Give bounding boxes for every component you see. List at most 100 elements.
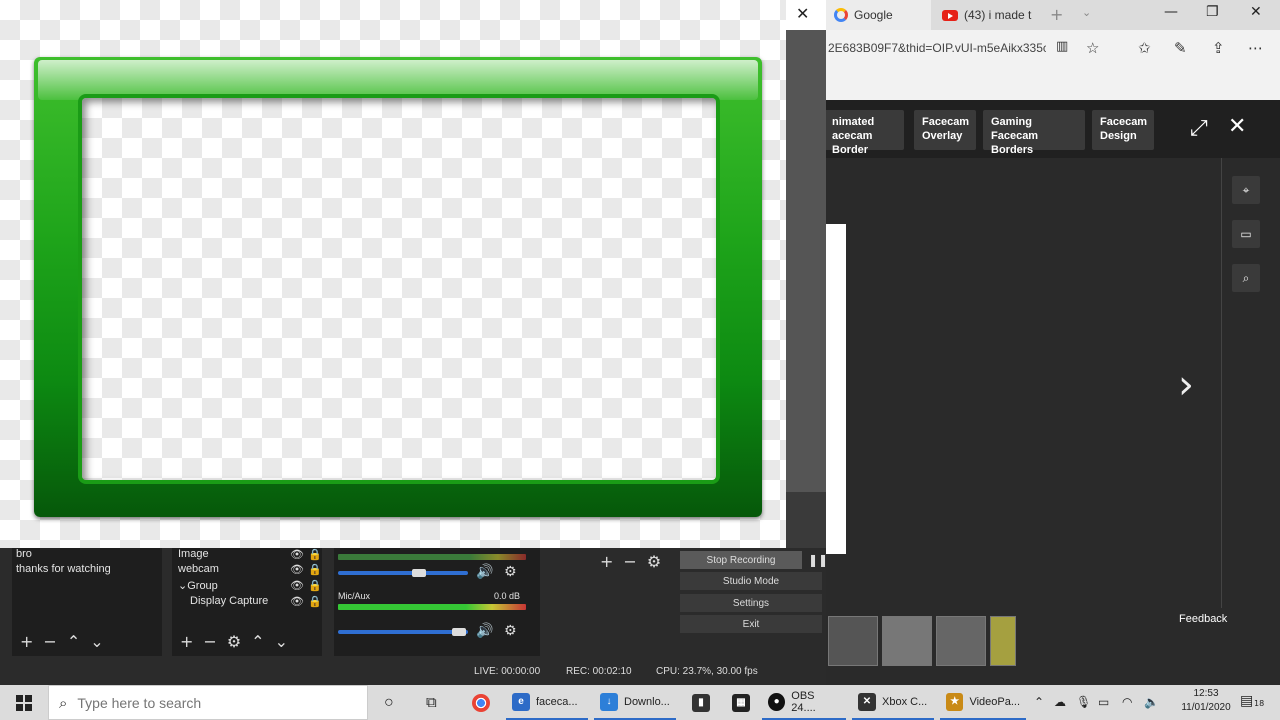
thumbnail[interactable] <box>828 616 878 666</box>
source-item[interactable]: webcam <box>178 563 219 575</box>
scene-item[interactable]: thanks for watching <box>16 563 111 575</box>
speaker-icon[interactable]: 🔊 <box>476 623 493 639</box>
chip-gaming-facecam-borders[interactable]: Gaming Facecam Borders <box>983 110 1085 156</box>
chrome-icon[interactable] <box>466 685 496 720</box>
lock-icon[interactable]: 🔒 <box>308 579 322 592</box>
task-view-icon[interactable]: ⧉ <box>420 685 443 720</box>
reading-view-icon[interactable]: ▥ <box>1056 39 1068 54</box>
search-icon[interactable]: ⌕ <box>1232 264 1260 292</box>
eye-icon[interactable]: 👁 <box>290 595 304 608</box>
visual-search-icon[interactable]: ⌖ <box>1232 176 1260 204</box>
taskbar-app-xbox[interactable]: ✕ Xbox C... <box>852 685 934 720</box>
scene-item[interactable]: bro <box>16 548 32 560</box>
volume-icon[interactable]: 🔈 <box>1144 695 1159 709</box>
chip-animated-facecam-border[interactable]: nimated acecam Border <box>824 110 904 156</box>
more-menu-icon[interactable]: ⋯ <box>1248 39 1263 57</box>
audio-mixer-dock: 🔊 ⚙ Mic/Aux 0.0 dB 🔊 ⚙ <box>334 548 540 656</box>
taskbar-app-download[interactable]: ↓ Downlo... <box>594 685 676 720</box>
favorites-hub-icon[interactable]: ✩ <box>1138 39 1151 57</box>
add-icon[interactable]: + <box>180 632 193 651</box>
cloud-icon[interactable]: ☁ <box>1054 695 1066 709</box>
add-icon[interactable]: + <box>20 632 33 651</box>
tab-google[interactable]: Google <box>826 0 931 30</box>
search-input[interactable] <box>77 694 338 711</box>
taskbar-app-edge[interactable]: e faceca... <box>506 685 588 720</box>
pause-icon[interactable]: ❚❚ <box>808 553 828 567</box>
tab-youtube[interactable]: (43) i made t <box>934 0 1044 30</box>
move-up-icon[interactable]: ⌃ <box>67 632 80 651</box>
thumbnail[interactable] <box>990 616 1016 666</box>
clock[interactable]: 12:53 11/01/2020 <box>1180 687 1232 715</box>
scenes-dock: bro thanks for watching + − ⌃ ⌄ <box>12 548 162 656</box>
share-icon[interactable]: ⇪ <box>1212 39 1225 57</box>
rec-status: REC: 00:02:10 <box>566 666 632 677</box>
cpu-status: CPU: 23.7%, 30.00 fps <box>656 666 758 677</box>
settings-button[interactable]: Settings <box>680 594 822 612</box>
gear-icon[interactable]: ⚙ <box>504 623 517 639</box>
lock-icon[interactable]: 🔒 <box>308 563 322 576</box>
thumbnail[interactable] <box>936 616 986 666</box>
remove-icon[interactable]: − <box>203 632 216 651</box>
move-down-icon[interactable]: ⌄ <box>275 632 288 651</box>
chevron-down-icon[interactable]: ⌄ <box>1082 6 1091 19</box>
source-item[interactable]: Image <box>178 548 209 560</box>
studio-mode-button[interactable]: Studio Mode <box>680 572 822 590</box>
chip-facecam-overlay[interactable]: Facecam Overlay <box>914 110 976 150</box>
mic-volume-slider[interactable] <box>338 630 468 634</box>
chip-facecam-design[interactable]: Facecam Design <box>1092 110 1154 150</box>
chevron-right-icon[interactable]: › <box>1178 362 1194 408</box>
volume-slider[interactable] <box>338 571 468 575</box>
gear-icon[interactable]: ⚙ <box>504 564 517 580</box>
gear-icon[interactable]: ⚙ <box>227 632 241 651</box>
move-up-icon[interactable]: ⌃ <box>251 632 264 651</box>
restore-icon[interactable]: ❐ <box>1206 4 1219 20</box>
pen-icon[interactable]: ✎ <box>1174 39 1187 57</box>
start-button[interactable] <box>0 685 48 720</box>
wifi-icon[interactable]: ◠ <box>1122 695 1132 709</box>
lock-icon[interactable]: 🔒 <box>308 548 322 561</box>
eye-icon[interactable]: 👁 <box>290 579 304 592</box>
close-window-icon[interactable]: ✕ <box>1250 4 1262 20</box>
stop-recording-button[interactable]: Stop Recording <box>680 551 802 569</box>
image-icon[interactable]: ▭ <box>1232 220 1260 248</box>
exit-button[interactable]: Exit <box>680 615 822 633</box>
chevron-up-icon[interactable]: ⌃ <box>1034 695 1044 709</box>
volume-knob[interactable] <box>412 569 426 577</box>
favorite-star-icon[interactable]: ☆ <box>1086 39 1099 57</box>
speaker-icon[interactable]: 🔊 <box>476 564 493 580</box>
cortana-icon[interactable]: ○ <box>378 685 400 720</box>
chip-line: Facecam Borders <box>991 130 1039 156</box>
feedback-link[interactable]: Feedback <box>1179 613 1227 625</box>
gear-icon[interactable]: ⚙ <box>647 552 661 571</box>
taskbar-app-live[interactable]: ▮ <box>686 685 716 720</box>
eye-icon[interactable]: 👁 <box>290 563 304 576</box>
battery-icon[interactable]: ▭ <box>1098 695 1109 709</box>
source-group[interactable]: ⌄Group <box>178 579 218 592</box>
url-field[interactable]: 2E683B09F7&thid=OIP.vUI-m5eAikx335c <box>828 41 1046 55</box>
chip-line: nimated <box>832 116 875 128</box>
lock-icon[interactable]: 🔒 <box>308 595 322 608</box>
thumbnail[interactable] <box>882 616 932 666</box>
taskbar-app-mixer[interactable]: ▦ <box>726 685 756 720</box>
mic-icon[interactable]: 🎙 <box>1076 695 1091 709</box>
taskbar-app-obs[interactable]: ● OBS 24.... <box>762 685 846 720</box>
move-down-icon[interactable]: ⌄ <box>90 632 103 651</box>
tab-google-label: Google <box>854 8 893 22</box>
taskbar-search[interactable]: ⌕ <box>48 685 368 720</box>
remove-icon[interactable]: − <box>623 552 636 571</box>
chevron-down-icon[interactable]: ⌄ <box>178 580 187 592</box>
close-icon[interactable]: ✕ <box>1228 114 1246 139</box>
expand-icon[interactable]: ⤢ <box>1190 116 1208 141</box>
image-viewer: nimated acecam Border Facecam Overlay Ga… <box>824 100 1280 685</box>
add-icon[interactable]: + <box>600 552 613 571</box>
side-divider <box>1221 158 1222 608</box>
close-icon[interactable]: ✕ <box>796 4 809 23</box>
eye-icon[interactable]: 👁 <box>290 548 304 561</box>
new-tab-icon[interactable]: + <box>1050 5 1063 24</box>
mic-volume-knob[interactable] <box>452 628 466 636</box>
taskbar-app-videopad[interactable]: ★ VideoPa... <box>940 685 1026 720</box>
minimize-icon[interactable]: — <box>1164 4 1178 20</box>
notification-icon[interactable]: ▤ <box>1240 693 1253 709</box>
remove-icon[interactable]: − <box>43 632 56 651</box>
source-item[interactable]: Display Capture <box>190 595 268 607</box>
